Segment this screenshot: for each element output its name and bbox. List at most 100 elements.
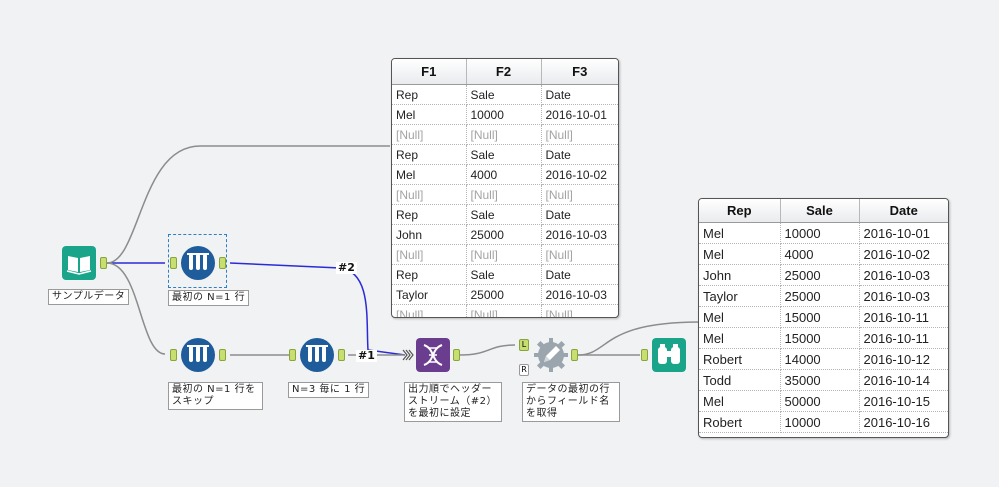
header-row: Rep Sale Date (699, 199, 948, 223)
table-cell: 2016-10-14 (859, 369, 948, 391)
table-row[interactable]: [Null] [Null] [Null] (392, 304, 618, 317)
dynamic-rename-tool[interactable] (533, 337, 569, 373)
table-row[interactable]: Robert 14000 2016-10-12 (699, 348, 948, 370)
table-cell: Sale (466, 144, 542, 165)
table-row[interactable]: [Null] [Null] [Null] (392, 124, 618, 145)
table-row[interactable]: Todd 35000 2016-10-14 (699, 369, 948, 391)
sample-data-tool[interactable] (61, 245, 97, 281)
table-cell: Mel (699, 306, 781, 328)
table-row[interactable]: Rep Sale Date (392, 144, 618, 165)
table-cell: Rep (392, 144, 467, 165)
table-cell: [Null] (466, 184, 542, 205)
table-row[interactable]: Mel 10000 2016-10-01 (392, 104, 618, 125)
table-row[interactable]: John 25000 2016-10-03 (392, 224, 618, 245)
table-row[interactable]: Mel 4000 2016-10-02 (392, 164, 618, 185)
table-cell: Rep (392, 84, 467, 105)
workflow-canvas[interactable]: サンプルデータ 最初の N=1 行 最初の N=1 行を スキップ N=3 毎に… (0, 0, 999, 487)
table-row[interactable]: Robert 10000 2016-10-16 (699, 411, 948, 433)
skip-first-tool[interactable] (180, 337, 216, 373)
sample-data-output-anchor[interactable] (100, 257, 107, 269)
column-header[interactable]: F2 (466, 59, 542, 85)
results-grid-renamed[interactable]: Rep Sale Date Mel 10000 2016-10-01 Mel 4000… (698, 198, 949, 438)
table-cell: Sale (466, 84, 542, 105)
table-cell: [Null] (541, 124, 618, 145)
table-row[interactable]: Mel 15000 2016-10-11 (699, 327, 948, 349)
table-cell: John (392, 224, 467, 245)
first-n-label: 最初の N=1 行 (168, 290, 250, 306)
table-cell: 2016-10-03 (541, 284, 618, 305)
table-cell: [Null] (392, 304, 467, 317)
table-cell: Date (541, 204, 618, 225)
table-cell: 2016-10-12 (859, 348, 948, 370)
table-cell: 2016-10-01 (859, 222, 948, 244)
browse-tool[interactable] (651, 337, 687, 373)
table-cell: Taylor (392, 284, 467, 305)
dna-icon (416, 338, 450, 372)
rename-output-anchor[interactable] (571, 349, 578, 361)
column-header[interactable]: F3 (541, 59, 618, 85)
table-cell: [Null] (541, 184, 618, 205)
column-header[interactable]: F1 (392, 59, 467, 85)
table-cell: 15000 (780, 306, 860, 328)
book-icon (62, 246, 96, 280)
skip-first-label: 最初の N=1 行を スキップ (168, 382, 263, 410)
union-output-anchor[interactable] (453, 349, 460, 361)
table-cell: 25000 (466, 224, 542, 245)
table-cell: 50000 (780, 390, 860, 412)
column-header[interactable]: Sale (780, 199, 860, 223)
rename-right-input-anchor[interactable]: R (519, 364, 529, 376)
table-cell: 2016-10-02 (859, 243, 948, 265)
every-nth-label: N=3 毎に 1 行 (288, 382, 370, 398)
table-cell: Date (541, 144, 618, 165)
wire-sample-to-grid1 (106, 145, 390, 264)
table-cell: 10000 (780, 222, 860, 244)
table-row[interactable]: Rep Sale Date (392, 84, 618, 105)
table-cell: 2016-10-03 (859, 285, 948, 307)
table-cell: 2016-10-02 (541, 164, 618, 185)
table-cell: Date (541, 84, 618, 105)
column-header[interactable]: Rep (699, 199, 781, 223)
table-cell: 25000 (780, 285, 860, 307)
table-cell: 2016-10-01 (541, 104, 618, 125)
sample-tubes-icon (300, 338, 334, 372)
column-header[interactable]: Date (859, 199, 948, 223)
table-cell: Mel (392, 164, 467, 185)
results-grid-raw[interactable]: F1 F2 F3 Rep Sale Date Mel 10000 2016-10-01 … (391, 58, 619, 318)
table-cell: 4000 (466, 164, 542, 185)
table-row[interactable]: [Null] [Null] [Null] (392, 244, 618, 265)
skip-first-input-anchor[interactable] (170, 349, 177, 361)
every-nth-output-anchor[interactable] (338, 349, 345, 361)
table-cell: 4000 (780, 243, 860, 265)
first-n-output-anchor[interactable] (219, 257, 226, 269)
table-cell: Sale (466, 204, 542, 225)
table-row[interactable]: Taylor 25000 2016-10-03 (699, 285, 948, 307)
browse-input-anchor[interactable] (641, 349, 648, 361)
every-nth-tool[interactable] (299, 337, 335, 373)
table-cell: Mel (699, 390, 781, 412)
gear-pencil-icon (534, 338, 568, 372)
union-multi-input-anchor[interactable] (402, 349, 414, 361)
table-cell: Rep (392, 264, 467, 285)
table-row[interactable]: Rep Sale Date (392, 204, 618, 225)
table-row[interactable]: Mel 50000 2016-10-15 (699, 390, 948, 412)
rename-left-input-anchor[interactable]: L (519, 339, 529, 351)
table-cell: 35000 (780, 369, 860, 391)
table-cell: [Null] (466, 304, 542, 317)
every-nth-input-anchor[interactable] (289, 349, 296, 361)
table-cell: [Null] (541, 304, 618, 317)
table-cell: 2016-10-15 (859, 390, 948, 412)
table-cell: 2016-10-11 (859, 327, 948, 349)
table-row[interactable]: [Null] [Null] [Null] (392, 184, 618, 205)
table-row[interactable]: Mel 4000 2016-10-02 (699, 243, 948, 265)
first-n-input-anchor[interactable] (170, 257, 177, 269)
table-cell: [Null] (466, 244, 542, 265)
table-row[interactable]: Mel 10000 2016-10-01 (699, 222, 948, 244)
union-tool[interactable] (415, 337, 451, 373)
skip-first-output-anchor[interactable] (219, 349, 226, 361)
table-row[interactable]: John 25000 2016-10-03 (699, 264, 948, 286)
sample-tubes-icon (181, 338, 215, 372)
table-row[interactable]: Taylor 25000 2016-10-03 (392, 284, 618, 305)
table-row[interactable]: Rep Sale Date (392, 264, 618, 285)
table-row[interactable]: Mel 15000 2016-10-11 (699, 306, 948, 328)
first-n-tool[interactable] (180, 245, 216, 281)
